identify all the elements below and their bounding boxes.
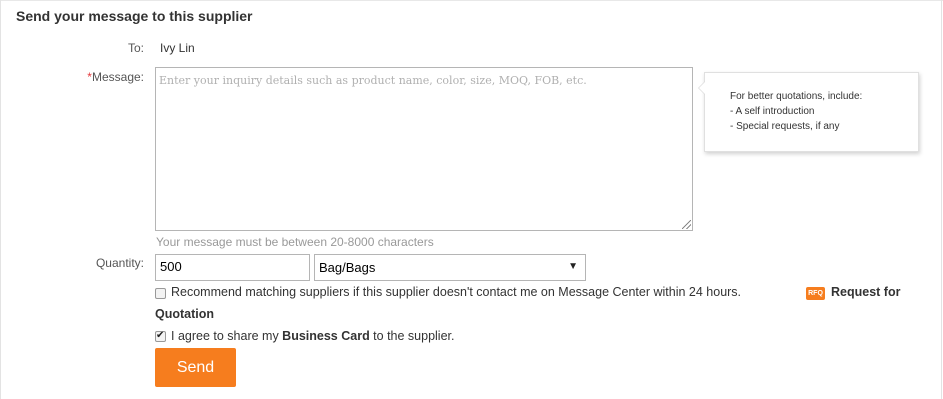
send-button[interactable]: Send	[155, 348, 236, 387]
tooltip-heading: For better quotations, include:	[730, 91, 863, 102]
quantity-input[interactable]: 500	[155, 254, 310, 281]
tooltip-item: - Special requests, if any	[730, 121, 840, 132]
agree-label: I agree to share my Business Card to the…	[171, 329, 454, 343]
message-label-text: Message:	[91, 70, 144, 84]
unit-selected-value: Bag/Bags	[319, 260, 376, 275]
checkmark-icon: ✔	[156, 330, 165, 341]
frame-top-border	[0, 0, 943, 1]
agree-prefix: I agree to share my	[171, 329, 283, 343]
frame-right-border	[941, 0, 942, 399]
recommend-checkbox[interactable]	[155, 288, 166, 299]
message-placeholder: Enter your inquiry details such as produ…	[159, 74, 587, 87]
quotation-tips-tooltip: For better quotations, include: - A self…	[698, 72, 919, 152]
unit-select[interactable]: Bag/Bags ▼	[314, 254, 586, 281]
message-textarea[interactable]: Enter your inquiry details such as produ…	[155, 67, 693, 231]
quantity-label: Quantity:	[95, 256, 144, 270]
agree-suffix: to the supplier.	[369, 329, 455, 343]
recommend-label: Recommend matching suppliers if this sup…	[171, 285, 742, 299]
frame-left-border	[0, 0, 1, 399]
business-card-text: Business Card	[282, 329, 370, 343]
message-label: *Message:	[24, 70, 144, 84]
dropdown-arrow-icon: ▼	[568, 261, 578, 272]
form-title: Send your message to this supplier	[16, 8, 253, 24]
rfq-link[interactable]: Request for	[831, 285, 900, 299]
resize-grip-icon[interactable]	[682, 220, 691, 229]
rfq-link-continued[interactable]: Quotation	[155, 307, 214, 321]
agree-checkbox[interactable]: ✔	[155, 330, 166, 342]
message-length-hint: Your message must be between 20-8000 cha…	[156, 235, 434, 249]
to-label: To:	[127, 41, 144, 55]
rfq-icon: RFQ	[806, 287, 825, 300]
tooltip-content: For better quotations, include: - A self…	[730, 89, 862, 134]
recipient-name: Ivy Lin	[160, 41, 195, 55]
tooltip-arrow-inner	[699, 82, 705, 94]
tooltip-item: - A self introduction	[730, 106, 815, 117]
